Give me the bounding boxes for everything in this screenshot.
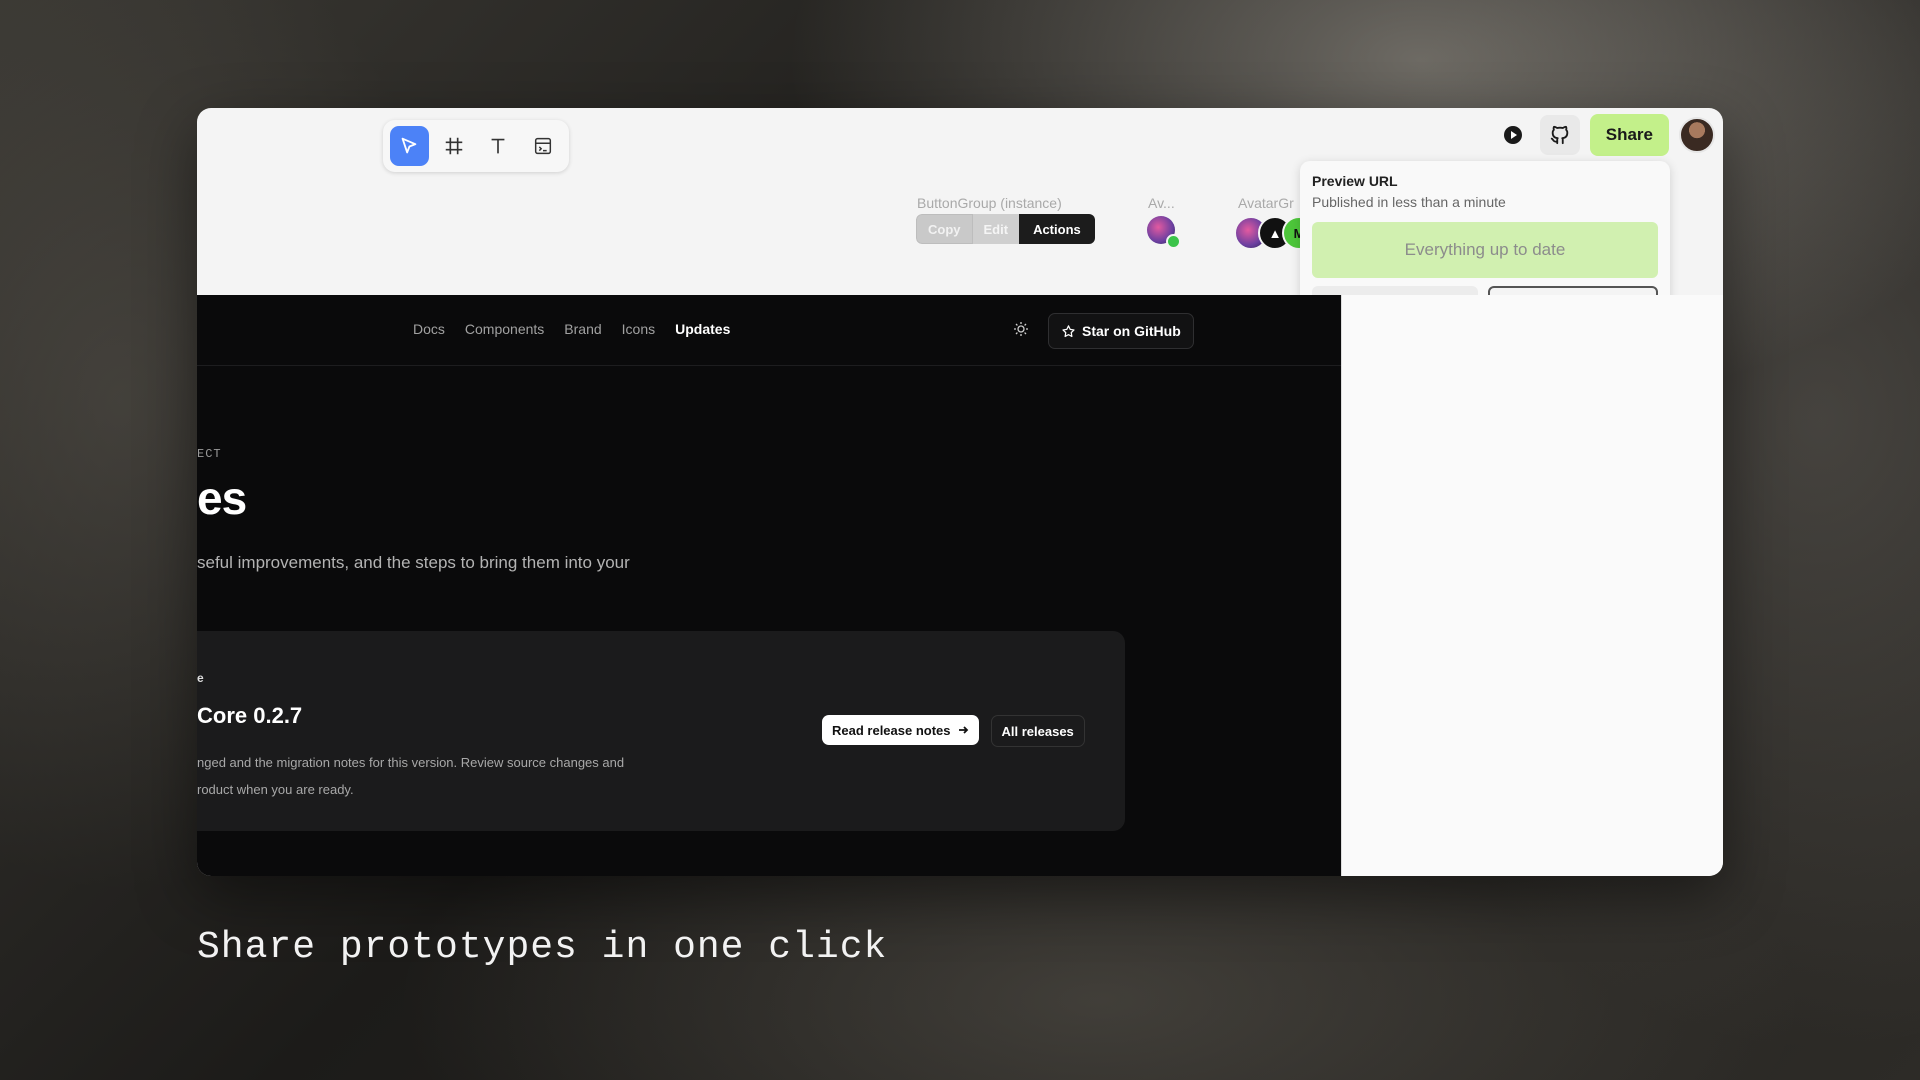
status-banner: Everything up to date (1312, 222, 1658, 278)
release-actions: Read release notes All releases (822, 715, 1085, 747)
release-tag: e (197, 671, 204, 685)
release-description-line: nged and the migration notes for this ve… (197, 755, 625, 770)
avatar-label: Av... (1148, 195, 1175, 211)
hero-description: seful improvements, and the steps to bri… (197, 553, 630, 572)
avatar-group-label: AvatarGr (1238, 195, 1294, 211)
play-icon (1503, 126, 1522, 144)
nav-link-icons[interactable]: Icons (622, 321, 655, 337)
properties-panel (1341, 295, 1723, 876)
site-nav: Docs Components Brand Icons Updates Star… (197, 295, 1341, 366)
frame-tool[interactable] (435, 126, 474, 166)
read-release-notes-button[interactable]: Read release notes (822, 715, 979, 745)
edit-button[interactable]: Edit (972, 214, 1020, 244)
caption: Share prototypes in one click (197, 926, 888, 969)
release-description-line: roduct when you are ready. (197, 782, 354, 797)
nav-link-brand[interactable]: Brand (564, 321, 601, 337)
nav-link-updates[interactable]: Updates (675, 321, 730, 337)
popover-title: Preview URL (1312, 173, 1398, 189)
website-preview-frame: Docs Components Brand Icons Updates Star… (197, 295, 1341, 876)
pointer-icon (401, 137, 417, 154)
app-window: ButtonGroup (instance) Copy Edit Actions… (197, 108, 1723, 876)
release-card: e Core 0.2.7 nged and the migration note… (197, 631, 1125, 831)
topbar-actions: Share (1496, 114, 1715, 156)
star-icon (1062, 324, 1075, 337)
nav-links: Docs Components Brand Icons Updates (413, 321, 730, 337)
arrow-right-icon (958, 726, 968, 734)
release-description: nged and the migration notes for this ve… (197, 749, 667, 803)
online-status-dot (1166, 234, 1181, 249)
copy-button[interactable]: Copy (916, 214, 973, 244)
user-avatar[interactable] (1679, 117, 1715, 153)
sun-icon (1014, 322, 1028, 336)
pointer-tool[interactable] (390, 126, 429, 166)
button-group-instance[interactable]: Copy Edit Actions (916, 214, 1095, 244)
frame-icon (445, 137, 462, 155)
button-group-label: ButtonGroup (instance) (917, 195, 1062, 211)
text-tool[interactable] (479, 126, 518, 166)
hero-title: es (197, 472, 247, 524)
github-button[interactable] (1539, 115, 1580, 155)
share-button[interactable]: Share (1589, 114, 1669, 156)
actions-button[interactable]: Actions (1019, 214, 1095, 244)
github-icon (1550, 125, 1568, 145)
star-button-label: Star on GitHub (1082, 323, 1181, 339)
popover-subtitle: Published in less than a minute (1312, 194, 1506, 210)
play-button[interactable] (1496, 118, 1530, 152)
tool-palette (383, 120, 569, 172)
release-title: Core 0.2.7 (197, 703, 303, 728)
all-releases-button[interactable]: All releases (990, 715, 1085, 747)
star-on-github-button[interactable]: Star on GitHub (1048, 313, 1194, 349)
hero-eyebrow: ECT (197, 447, 222, 461)
text-icon (491, 138, 505, 154)
read-release-notes-label: Read release notes (832, 722, 951, 738)
component-icon (534, 137, 551, 155)
component-tool[interactable] (524, 126, 563, 166)
nav-link-docs[interactable]: Docs (413, 321, 445, 337)
nav-link-components[interactable]: Components (465, 321, 544, 337)
theme-toggle[interactable] (1013, 321, 1029, 342)
